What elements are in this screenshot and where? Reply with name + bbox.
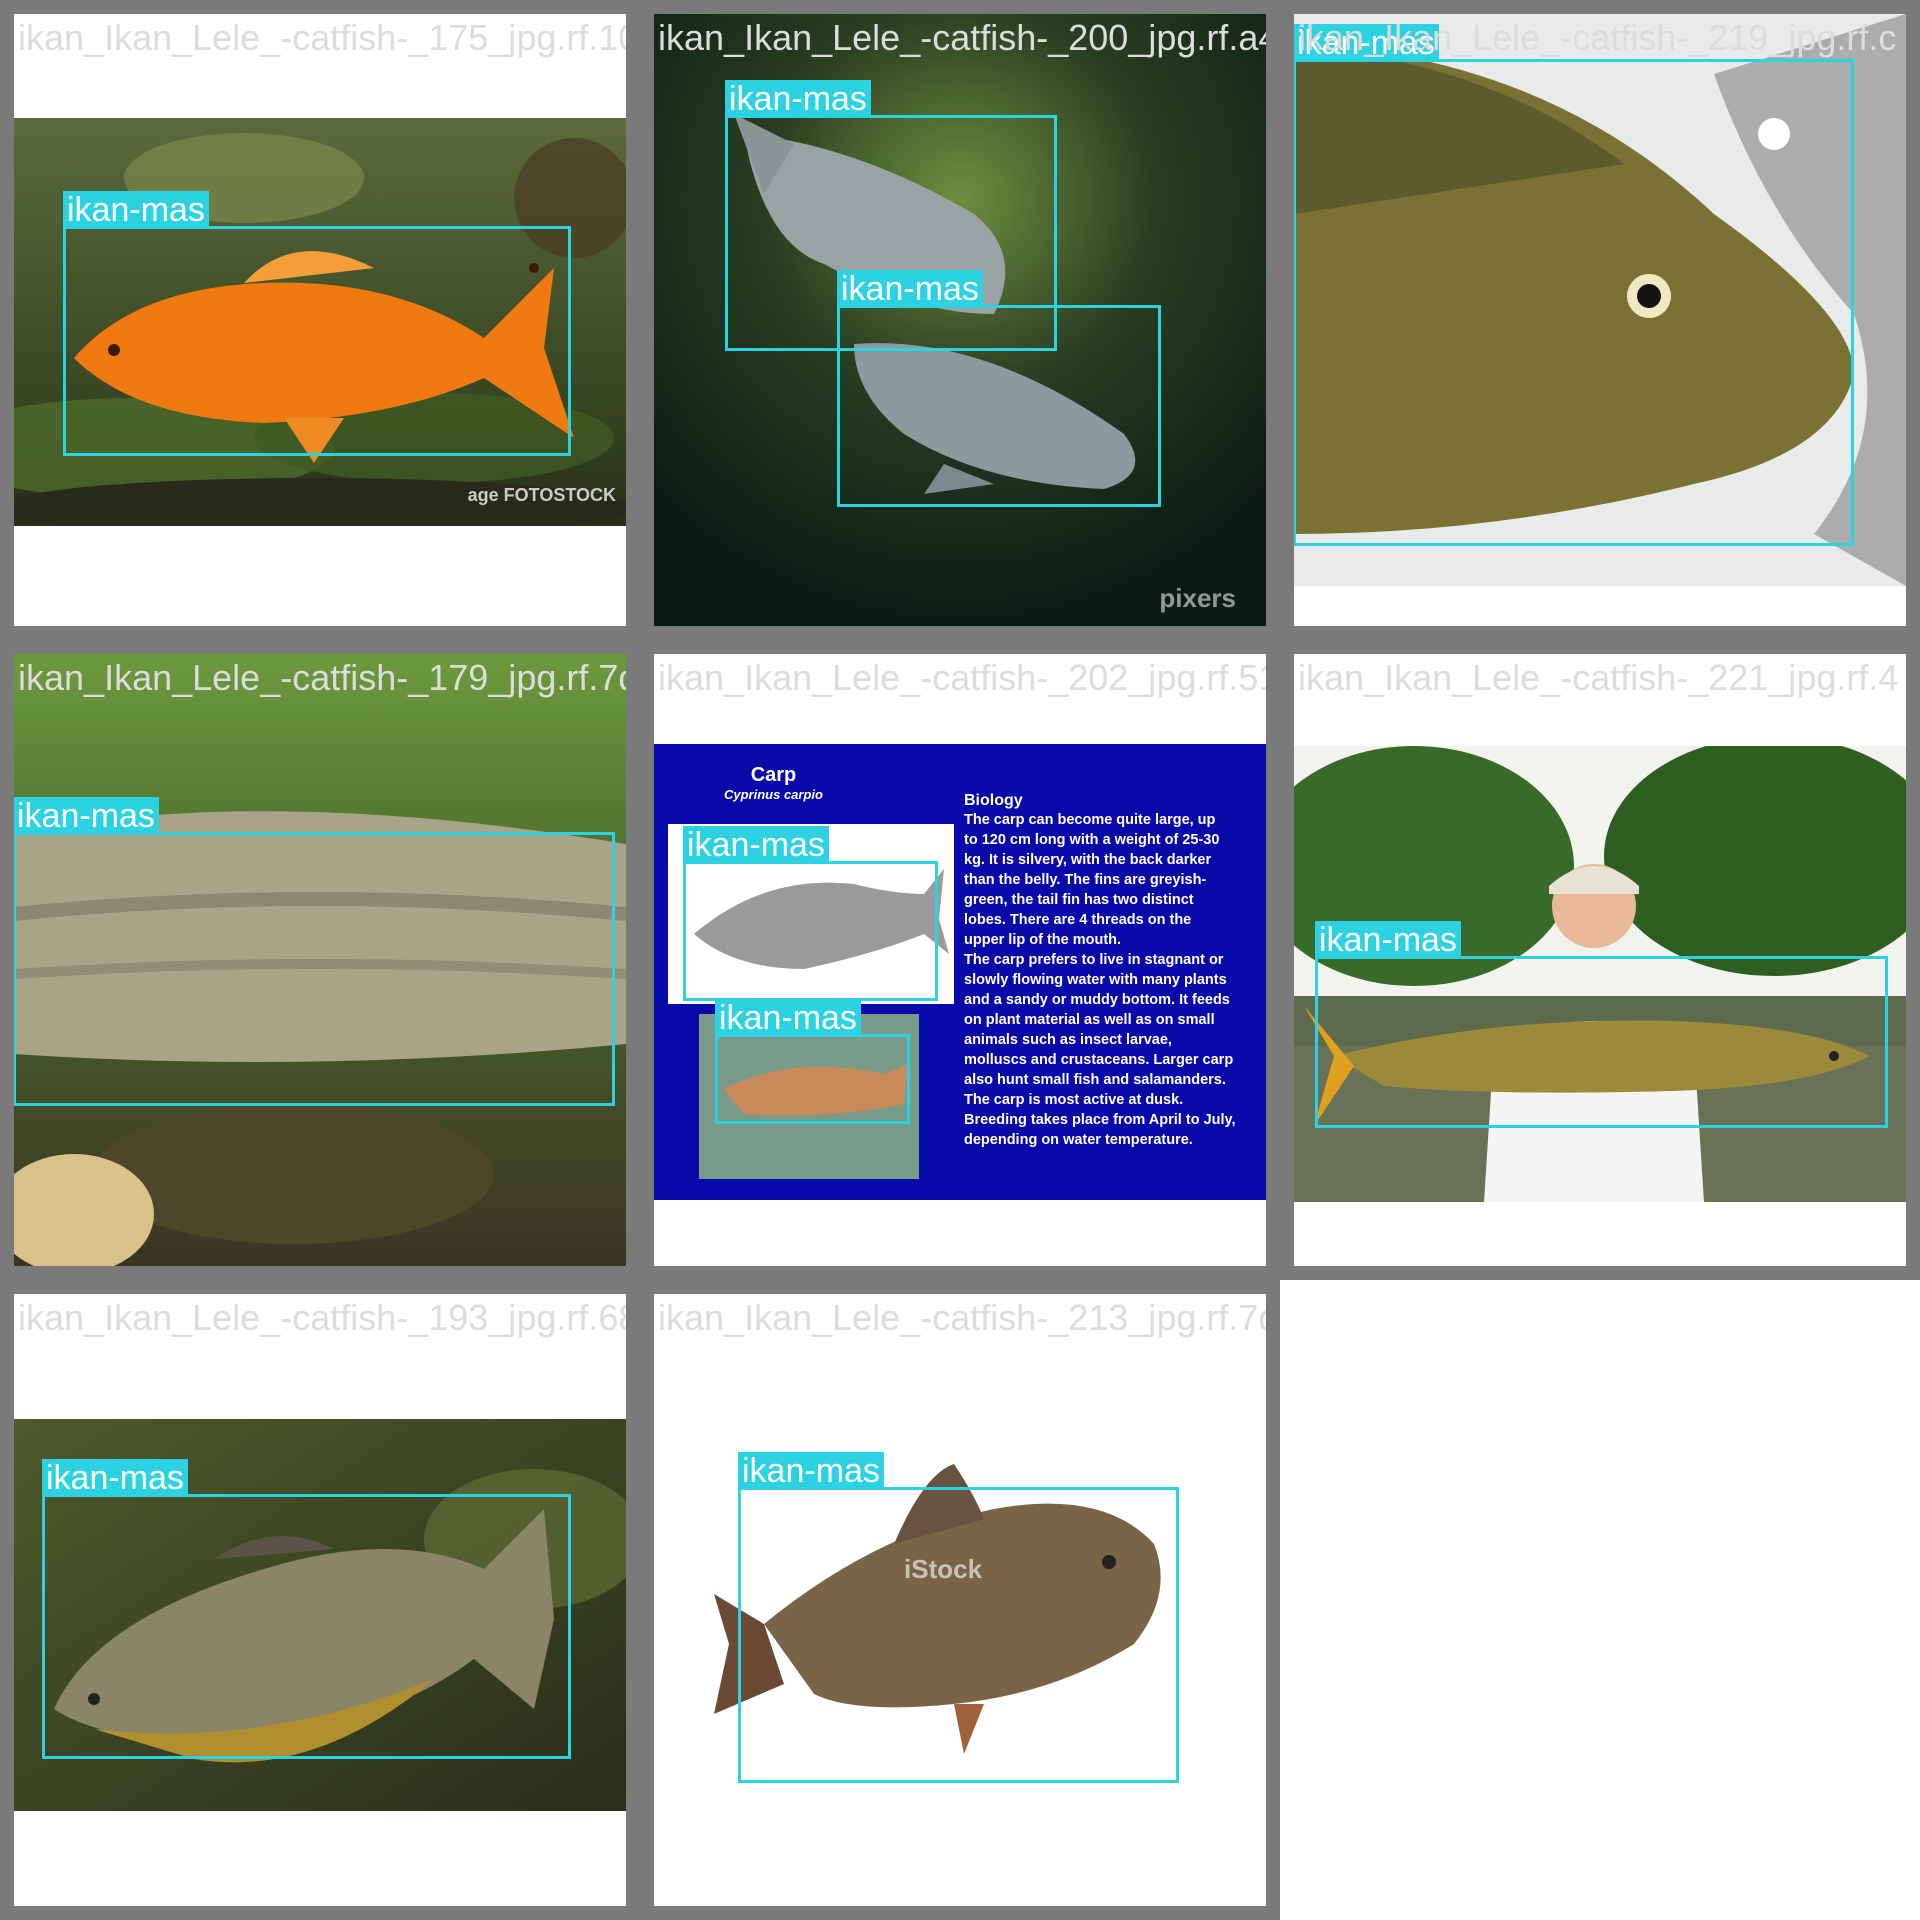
mosaic-cell-3: ikan_Ikan_Lele_-catfish-_219_jpg.rf.c ik… (1280, 0, 1920, 640)
class-label: ikan-mas (42, 1459, 188, 1497)
filename-label: ikan_Ikan_Lele_-catfish-_221_jpg.rf.4 (1298, 657, 1899, 698)
bounding-box: ikan-mas (42, 1459, 571, 1759)
filename-label: ikan_Ikan_Lele_-catfish-_179_jpg.rf.7de2 (18, 657, 640, 698)
class-label: ikan-mas (738, 1452, 884, 1490)
slide-line: animals such as insect larvae, (964, 1032, 1172, 1048)
slide-line: The carp is most active at dusk. (964, 1092, 1184, 1108)
slide-title: Carp Cyprinus carpio (724, 764, 823, 802)
watermark: age FOTOSTOCK (467, 485, 616, 505)
filename-label: ikan_Ikan_Lele_-catfish-_193_jpg.rf.6847 (18, 1297, 640, 1338)
filename-label: ikan_Ikan_Lele_-catfish-_175_jpg.rf.10ca… (18, 17, 640, 58)
slide-line: on plant material as well as on small (964, 1012, 1215, 1028)
slide-title-text: Carp (750, 764, 797, 786)
mosaic-cell-empty (1280, 1280, 1920, 1920)
class-label: ikan-mas (63, 191, 209, 229)
mosaic-cell-2: pixers ikan_Ikan_Lele_-catfish-_200_jpg.… (640, 0, 1280, 640)
filename-label: ikan_Ikan_Lele_-catfish-_200_jpg.rf.a498 (658, 17, 1280, 58)
class-label: ikan-mas (715, 999, 861, 1037)
bounding-box: ikan-mas (14, 797, 615, 1106)
slide-line: depending on water temperature. (964, 1132, 1193, 1148)
slide-line: molluscs and crustaceans. Larger carp (964, 1052, 1234, 1068)
bounding-box: ikan-mas (715, 999, 910, 1124)
slide-line: The carp prefers to live in stagnant or (964, 952, 1224, 968)
watermark: pixers (1159, 583, 1236, 613)
class-label: ikan-mas (14, 797, 159, 835)
slide-line: to 120 cm long with a weight of 25-30 (964, 832, 1220, 848)
slide-line: than the belly. The fins are greyish- (964, 872, 1207, 888)
slide-line: lobes. There are 4 threads on the (964, 912, 1192, 928)
class-label: ikan-mas (725, 80, 871, 118)
mosaic-cell-5: Carp Cyprinus carpio Biology The carp ca… (640, 640, 1280, 1280)
slide-body: Biology The carp can become quite large,… (964, 792, 1260, 1150)
filename-label: ikan_Ikan_Lele_-catfish-_213_jpg.rf.7d6e (658, 1297, 1280, 1338)
bounding-box: ikan-mas (837, 270, 1161, 507)
mosaic-cell-1: age FOTOSTOCK ikan_Ikan_Lele_-catfish-_1… (0, 0, 640, 640)
slide-line: green, the tail fin has two distinct (964, 892, 1194, 908)
bounding-box: ikan-mas (1294, 24, 1854, 546)
bounding-box: ikan-mas (1315, 921, 1888, 1128)
slide-line: upper lip of the mouth. (964, 932, 1122, 948)
slide-line: kg. It is silvery, with the back darker (964, 852, 1212, 868)
class-label: ikan-mas (1315, 921, 1461, 959)
bounding-box: ikan-mas (63, 191, 571, 456)
mosaic-cell-4: ikan_Ikan_Lele_-catfish-_179_jpg.rf.7de2… (0, 640, 640, 1280)
slide-subtitle: Cyprinus carpio (724, 787, 823, 802)
class-label: ikan-mas (837, 270, 983, 308)
slide-line: Breeding takes place from April to July, (964, 1112, 1236, 1128)
mosaic-grid: age FOTOSTOCK ikan_Ikan_Lele_-catfish-_1… (0, 0, 1920, 1920)
bounding-box: ikan-mas (738, 1452, 1179, 1783)
slide-line: slowly flowing water with many plants (964, 972, 1227, 988)
slide-heading: Biology (964, 792, 1023, 809)
slide-line: and a sandy or muddy bottom. It feeds (964, 992, 1230, 1008)
mosaic-cell-6: ikan_Ikan_Lele_-catfish-_221_jpg.rf.4 ik… (1280, 640, 1920, 1280)
slide-line: The carp can become quite large, up (964, 812, 1216, 828)
filename-label: ikan_Ikan_Lele_-catfish-_202_jpg.rf.51f1 (658, 657, 1280, 698)
slide-line: also hunt small fish and salamanders. (964, 1072, 1226, 1088)
class-label: ikan-mas (683, 826, 829, 864)
mosaic-cell-8: iStock ikan_Ikan_Lele_-catfish-_213_jpg.… (640, 1280, 1280, 1920)
bounding-box: ikan-mas (683, 826, 938, 1001)
filename-label: ikan_Ikan_Lele_-catfish-_219_jpg.rf.c (1298, 17, 1897, 58)
mosaic-cell-7: ikan_Ikan_Lele_-catfish-_193_jpg.rf.6847… (0, 1280, 640, 1920)
